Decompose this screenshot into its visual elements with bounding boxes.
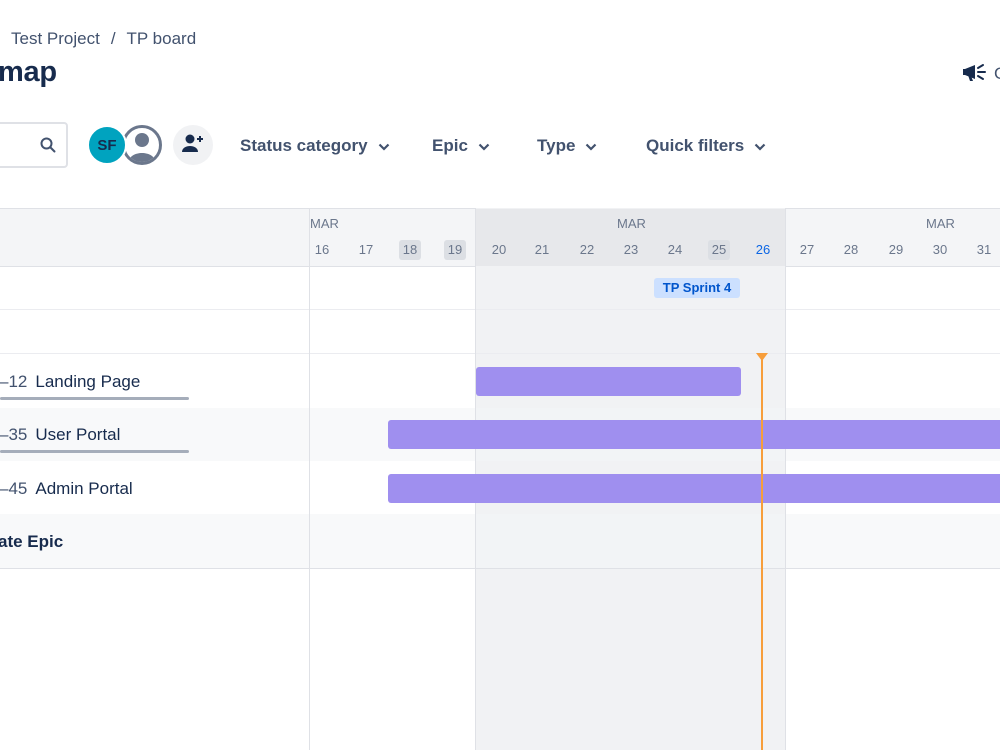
day-label-today: 26: [755, 242, 771, 257]
epic-name[interactable]: Landing Page: [35, 372, 140, 391]
day-label: 28: [843, 242, 859, 257]
epic-bar-landing-page[interactable]: [476, 367, 741, 396]
add-people-button[interactable]: [173, 125, 213, 165]
breadcrumb-separator: /: [110, 29, 116, 48]
day-label: 23: [623, 242, 639, 257]
month-label: MAR: [617, 216, 646, 231]
chevron-down-icon: [378, 136, 390, 156]
chevron-down-icon: [478, 136, 490, 156]
day-label: 24: [667, 242, 683, 257]
search-icon: [39, 136, 57, 159]
epic-bar-user-portal[interactable]: [388, 420, 1000, 449]
avatar-sf[interactable]: SF: [87, 125, 127, 165]
day-label: 22: [579, 242, 595, 257]
give-feedback-label: G: [994, 64, 1000, 84]
epic-key: –35: [0, 425, 28, 444]
filter-epic[interactable]: Epic: [432, 134, 490, 158]
day-label: 27: [799, 242, 815, 257]
epic-progress-bar: [0, 450, 189, 453]
create-epic-button[interactable]: ate Epic: [0, 532, 63, 552]
search-input[interactable]: [0, 122, 68, 168]
day-label: 31: [976, 242, 992, 257]
breadcrumb-project-link[interactable]: Test Project: [11, 29, 100, 49]
filter-quick-filters[interactable]: Quick filters: [646, 134, 766, 158]
day-label: 16: [314, 242, 330, 257]
filter-label: Epic: [432, 136, 468, 155]
filter-label: Quick filters: [646, 136, 745, 155]
timeline-left-header: [0, 209, 310, 266]
breadcrumb: Test Project / TP board: [11, 29, 196, 49]
epic-name[interactable]: User Portal: [35, 425, 120, 444]
row-divider: [0, 309, 1000, 310]
day-label: 21: [534, 242, 550, 257]
month-label: MAR: [926, 216, 955, 231]
day-label-weekend: 19: [444, 240, 466, 260]
add-person-icon: [182, 133, 204, 158]
epic-row[interactable]: –45 Admin Portal: [0, 479, 133, 499]
filter-label: Type: [537, 136, 576, 155]
epic-key: –12: [0, 372, 28, 391]
epic-key: –45: [0, 479, 28, 498]
day-label: 17: [358, 242, 374, 257]
breadcrumb-board-link[interactable]: TP board: [127, 29, 197, 49]
row-divider: [0, 353, 1000, 354]
month-label: MAR: [310, 216, 339, 231]
chevron-down-icon: [585, 136, 597, 156]
day-label: 20: [491, 242, 507, 257]
left-panel-divider[interactable]: [309, 208, 310, 750]
megaphone-icon: [962, 61, 988, 88]
page-title: map: [0, 56, 57, 88]
chevron-down-icon: [754, 136, 766, 156]
epic-bar-admin-portal[interactable]: [388, 474, 1000, 503]
today-line: [761, 356, 763, 750]
sprint-label[interactable]: TP Sprint 4: [654, 278, 740, 298]
epic-name[interactable]: Admin Portal: [35, 479, 132, 498]
filter-type[interactable]: Type: [537, 134, 597, 158]
avatar-default-user[interactable]: [122, 125, 162, 165]
row-band: [0, 514, 1000, 568]
give-feedback-button[interactable]: G: [962, 60, 1000, 88]
rows-bottom-divider: [0, 568, 1000, 569]
day-label: 29: [888, 242, 904, 257]
day-label-weekend: 25: [708, 240, 730, 260]
epic-row[interactable]: –35 User Portal: [0, 425, 120, 445]
filter-status-category[interactable]: Status category: [240, 134, 390, 158]
epic-row[interactable]: –12 Landing Page: [0, 372, 140, 392]
filter-label: Status category: [240, 136, 368, 155]
day-label: 30: [932, 242, 948, 257]
day-label-weekend: 18: [399, 240, 421, 260]
epic-progress-bar: [0, 397, 189, 400]
